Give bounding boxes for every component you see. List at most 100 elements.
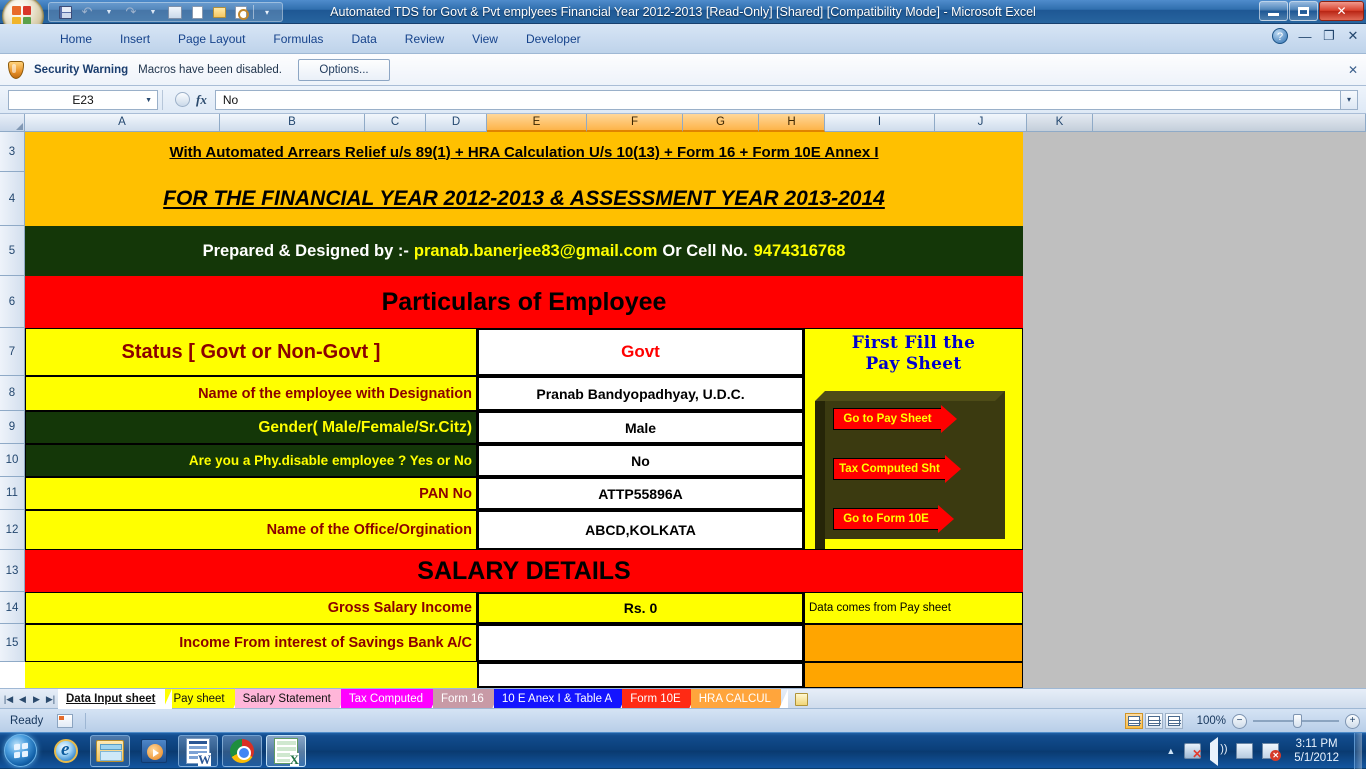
sheet-tab-data-input-sheet[interactable]: Data Input sheet xyxy=(58,689,173,709)
cell-partial-value[interactable] xyxy=(477,662,804,688)
volume-icon[interactable]: )) xyxy=(1210,737,1228,766)
first-sheet-button[interactable]: |◀ xyxy=(3,694,14,705)
cell-label-employee-name[interactable]: Name of the employee with Designation xyxy=(25,376,477,411)
go-to-form-10e-button[interactable]: Go to Form 10E xyxy=(833,505,954,533)
print-preview-button[interactable] xyxy=(231,3,251,21)
redo-button[interactable]: ↷ xyxy=(121,3,141,21)
cell-label-office-name[interactable]: Name of the Office/Orgination xyxy=(25,510,477,550)
cell-label-gender[interactable]: Gender( Male/Female/Sr.Citz) xyxy=(25,411,477,444)
cell-partial-label[interactable] xyxy=(25,662,477,688)
restore-workbook-button[interactable]: ❐ xyxy=(1322,28,1336,44)
new-button[interactable] xyxy=(187,3,207,21)
column-header-g[interactable]: G xyxy=(683,114,759,132)
tab-page-layout[interactable]: Page Layout xyxy=(164,24,259,54)
sheet-tab-form-16[interactable]: Form 16 xyxy=(433,689,501,709)
cell-note-gross-salary[interactable]: Data comes from Pay sheet xyxy=(804,592,1023,624)
cell-value-pan-no[interactable]: ATTP55896A xyxy=(477,477,804,510)
page-layout-view-button[interactable] xyxy=(1145,713,1163,729)
undo-button[interactable]: ↶ xyxy=(77,3,97,21)
sheet-tab-salary-statement[interactable]: Salary Statement xyxy=(234,689,349,709)
name-box[interactable]: E23 ▼ xyxy=(8,89,158,110)
show-desktop-button[interactable] xyxy=(1354,733,1362,769)
column-header-e[interactable]: E xyxy=(487,114,587,132)
previous-sheet-button[interactable]: ◀ xyxy=(17,694,28,705)
row-header-7[interactable]: 7 xyxy=(0,328,25,376)
cell-section-salary[interactable]: SALARY DETAILS xyxy=(25,550,1023,592)
sheet-tab-pay-sheet[interactable]: Pay sheet xyxy=(165,689,242,709)
expand-formula-bar-button[interactable]: ▾ xyxy=(1340,89,1358,110)
cell-value-status[interactable]: Govt xyxy=(477,328,804,376)
cancel-edit-icon[interactable] xyxy=(175,92,190,107)
normal-view-button[interactable] xyxy=(1125,713,1143,729)
row-header-6[interactable]: 6 xyxy=(0,276,25,328)
minimize-window-button[interactable] xyxy=(1259,1,1288,21)
row-header-10[interactable]: 10 xyxy=(0,444,25,477)
zoom-in-button[interactable]: + xyxy=(1345,713,1360,729)
column-header-i[interactable]: I xyxy=(825,114,935,132)
cell-partial-note[interactable] xyxy=(804,662,1023,688)
taskbar-microsoft-excel[interactable] xyxy=(266,735,306,767)
start-button[interactable] xyxy=(4,734,37,767)
next-sheet-button[interactable]: ▶ xyxy=(31,694,42,705)
security-options-button[interactable]: Options... xyxy=(298,58,390,81)
close-security-bar-button[interactable]: ✕ xyxy=(1348,63,1358,77)
sheet-tab-hra-calcul[interactable]: HRA CALCUL xyxy=(690,689,789,709)
insert-sheet-button[interactable] xyxy=(791,689,813,709)
tax-computed-sheet-button[interactable]: Tax Computed Sht xyxy=(833,455,961,483)
row-header-8[interactable]: 8 xyxy=(0,376,25,411)
cell-value-phy-disable[interactable]: No xyxy=(477,444,804,477)
sheet-tab-tax-computed[interactable]: Tax Computed xyxy=(340,689,441,709)
taskbar-clock[interactable]: 3:11 PM 5/1/2012 xyxy=(1288,737,1345,765)
cell-section-employee[interactable]: Particulars of Employee xyxy=(25,276,1023,328)
undo-dropdown[interactable]: ▼ xyxy=(99,3,119,21)
page-break-view-button[interactable] xyxy=(1165,713,1183,729)
cell-value-savings-interest[interactable] xyxy=(477,624,804,662)
tab-developer[interactable]: Developer xyxy=(512,24,595,54)
cell-label-status[interactable]: Status [ Govt or Non-Govt ] xyxy=(25,328,477,376)
tab-data[interactable]: Data xyxy=(337,24,390,54)
action-center-icon[interactable]: ✕ xyxy=(1262,743,1282,761)
select-all-button[interactable] xyxy=(0,114,25,132)
formula-input[interactable]: No xyxy=(214,89,1340,110)
minimize-workbook-button[interactable]: — xyxy=(1298,29,1312,44)
cell-note-savings-interest[interactable] xyxy=(804,624,1023,662)
column-header-j[interactable]: J xyxy=(935,114,1027,132)
column-header-f[interactable]: F xyxy=(587,114,683,132)
column-header-k[interactable]: K xyxy=(1027,114,1093,132)
tab-home[interactable]: Home xyxy=(46,24,106,54)
row-header-3[interactable]: 3 xyxy=(0,132,25,172)
zoom-level[interactable]: 100% xyxy=(1190,715,1226,727)
zoom-slider[interactable] xyxy=(1253,714,1339,728)
show-hidden-icons-button[interactable]: ▲ xyxy=(1166,746,1175,756)
cell-label-pan-no[interactable]: PAN No xyxy=(25,477,477,510)
taskbar-google-chrome[interactable] xyxy=(222,735,262,767)
column-header-c[interactable]: C xyxy=(365,114,426,132)
taskbar-microsoft-word[interactable] xyxy=(178,735,218,767)
row-header-15[interactable]: 15 xyxy=(0,624,25,662)
row-header-4[interactable]: 4 xyxy=(0,172,25,226)
close-workbook-button[interactable]: ✕ xyxy=(1346,28,1360,44)
cell-label-savings-interest[interactable]: Income From interest of Savings Bank A/C xyxy=(25,624,477,662)
cell-value-office-name[interactable]: ABCD,KOLKATA xyxy=(477,510,804,550)
taskbar-media-player[interactable] xyxy=(134,735,174,767)
cell-banner-line1[interactable]: With Automated Arrears Relief u/s 89(1) … xyxy=(25,132,1023,172)
open-button[interactable] xyxy=(209,3,229,21)
cell-value-gross-salary[interactable]: Rs. 0 xyxy=(477,592,804,624)
sheet-tab-form-10e[interactable]: Form 10E xyxy=(622,689,698,709)
close-window-button[interactable]: ✕ xyxy=(1319,1,1364,21)
restore-window-button[interactable] xyxy=(1289,1,1318,21)
column-header-b[interactable]: B xyxy=(220,114,365,132)
insert-function-icon[interactable]: fx xyxy=(196,92,207,108)
cell-value-gender[interactable]: Male xyxy=(477,411,804,444)
taskbar-internet-explorer[interactable] xyxy=(46,735,86,767)
row-header-9[interactable]: 9 xyxy=(0,411,25,444)
cell-label-gross-salary[interactable]: Gross Salary Income xyxy=(25,592,477,624)
row-header-14[interactable]: 14 xyxy=(0,592,25,624)
tab-view[interactable]: View xyxy=(458,24,512,54)
row-header-11[interactable]: 11 xyxy=(0,477,25,510)
column-header-a[interactable]: A xyxy=(25,114,220,132)
sheet-tab-10e-anex-i[interactable]: 10 E Anex I & Table A xyxy=(493,689,630,709)
column-header-h[interactable]: H xyxy=(759,114,825,132)
display-icon[interactable] xyxy=(1236,743,1254,759)
row-header-12[interactable]: 12 xyxy=(0,510,25,550)
